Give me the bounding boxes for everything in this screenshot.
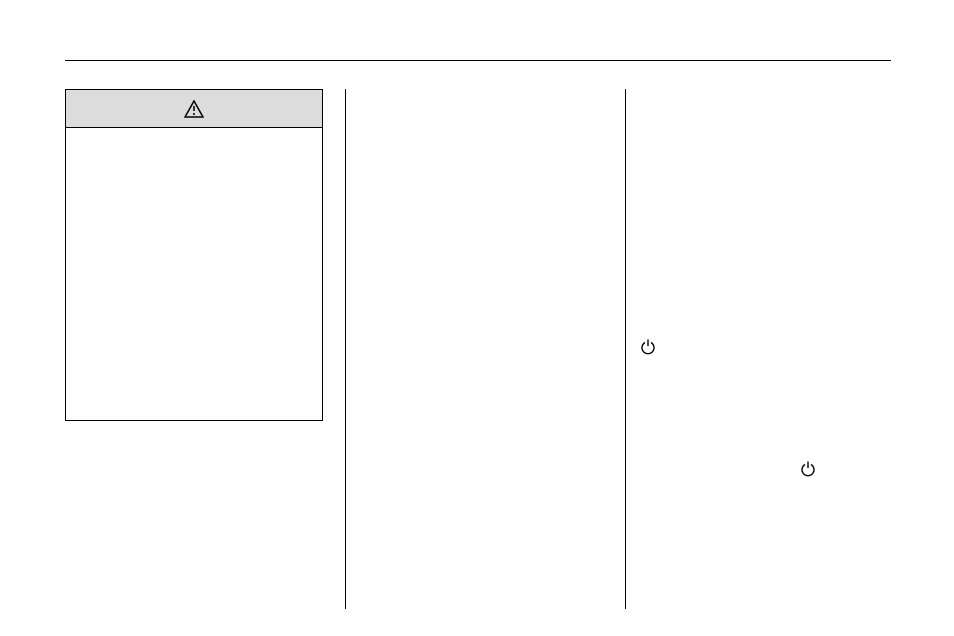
warning-header [66, 90, 322, 128]
column-1 [65, 89, 345, 609]
warning-body [66, 128, 322, 420]
power-icon [640, 339, 658, 357]
column-3 [625, 89, 891, 609]
warning-box [65, 89, 323, 421]
power-icon [800, 461, 818, 479]
column-2 [345, 89, 625, 609]
content-columns [65, 89, 891, 609]
manual-page [65, 60, 891, 609]
warning-triangle-icon [184, 100, 204, 118]
header-rule [65, 60, 891, 61]
